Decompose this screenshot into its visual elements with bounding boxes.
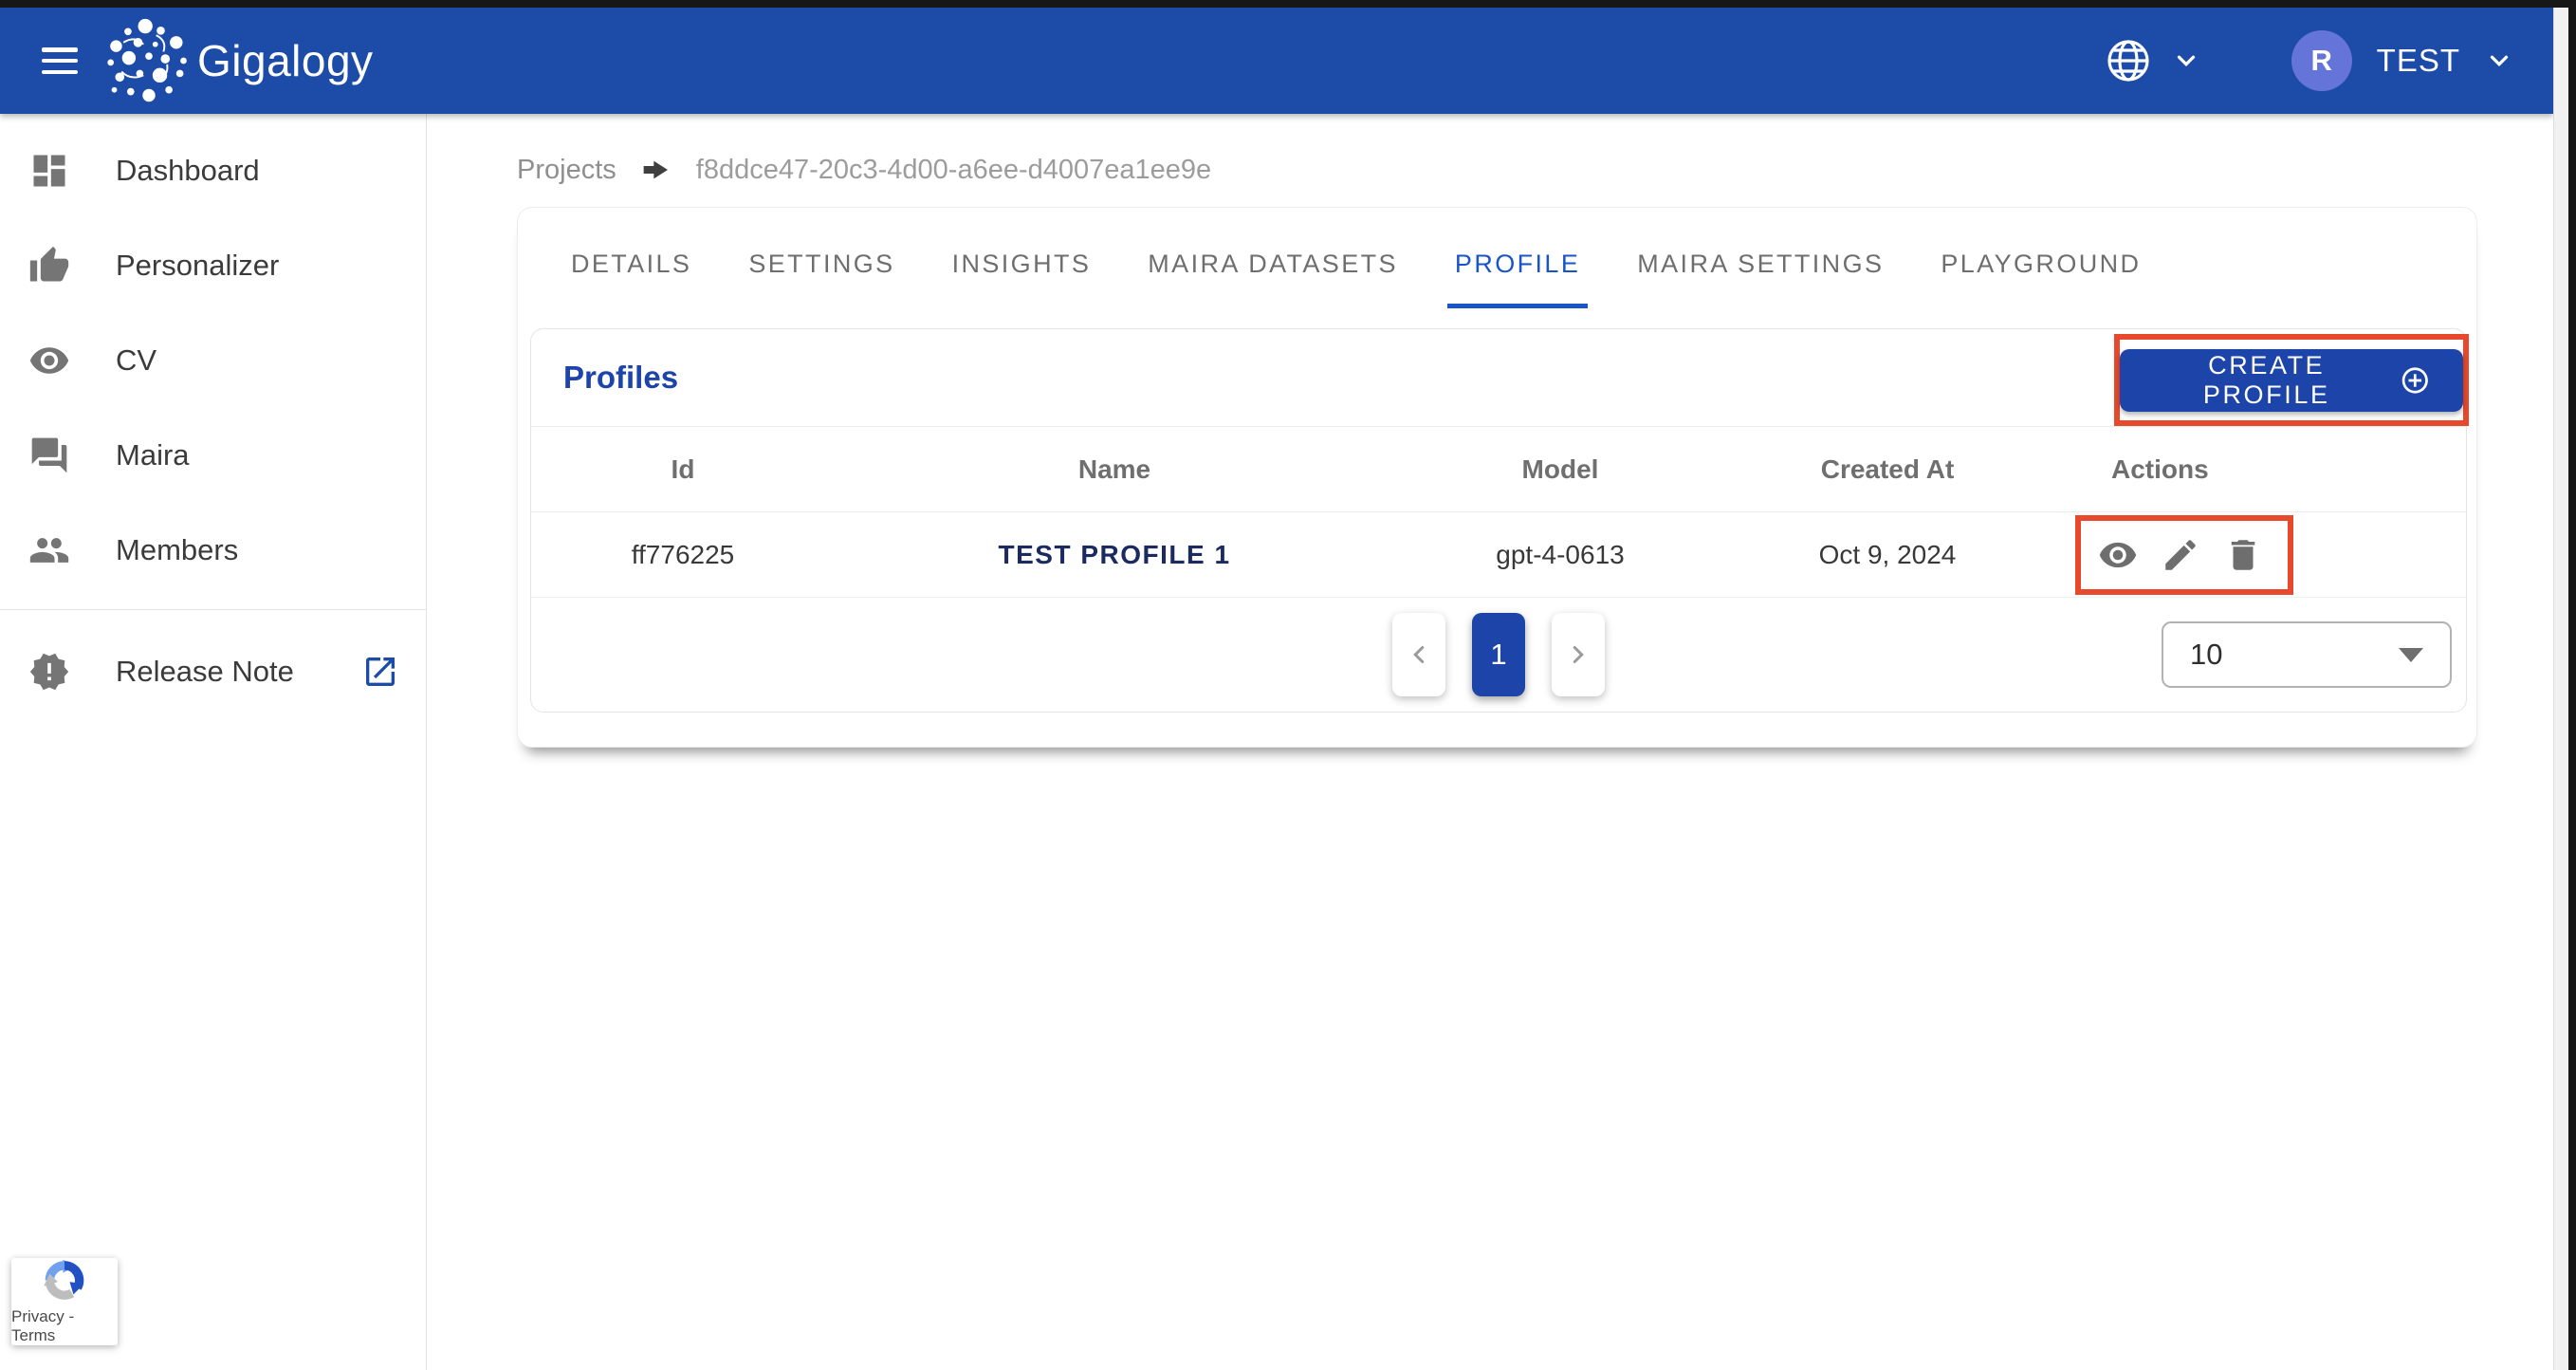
chevron-left-icon — [1413, 646, 1425, 663]
column-header-model: Model — [1521, 454, 1599, 484]
cell-model: gpt-4-0613 — [1496, 539, 1625, 569]
chevron-right-icon — [1573, 646, 1584, 663]
scrollbar-track[interactable] — [2553, 8, 2568, 1370]
user-name: TEST — [2376, 43, 2460, 78]
profiles-panel-header: Profiles CREATE PROFILE — [531, 329, 2469, 427]
project-tabs: DETAILS SETTINGS INSIGHTS MAIRA DATASETS… — [518, 208, 2476, 308]
sidebar-item-members[interactable]: Members — [0, 503, 426, 598]
eye-icon — [29, 347, 69, 374]
tab-maira-datasets[interactable]: MAIRA DATASETS — [1119, 219, 1426, 308]
sidebar-item-label: Members — [116, 533, 239, 566]
sidebar: Dashboard Personalizer CV Maira Members … — [0, 114, 427, 1370]
breadcrumb-project-id: f8ddce47-20c3-4d00-a6ee-d4007ea1ee9e — [695, 154, 1212, 185]
recaptcha-badge[interactable]: Privacy - Terms — [11, 1258, 118, 1345]
profiles-panel: Profiles CREATE PROFILE Id Name Model Cr… — [530, 328, 2469, 713]
annotation-row-actions — [2075, 515, 2293, 595]
panel-title: Profiles — [563, 360, 679, 395]
sidebar-item-label: Release Note — [116, 655, 294, 688]
chevron-down-icon — [2490, 55, 2509, 67]
column-header-id: Id — [671, 454, 695, 484]
sidebar-item-dashboard[interactable]: Dashboard — [0, 123, 426, 218]
open-in-new-icon — [366, 657, 395, 686]
create-profile-label: CREATE PROFILE — [2202, 350, 2330, 409]
tab-insights[interactable]: INSIGHTS — [924, 219, 1120, 308]
sidebar-item-release-note[interactable]: Release Note — [0, 620, 426, 724]
pagination-next-button[interactable] — [1552, 613, 1605, 696]
column-header-actions: Actions — [2111, 454, 2209, 484]
sidebar-item-personalizer[interactable]: Personalizer — [0, 218, 426, 313]
sidebar-divider — [0, 609, 426, 610]
create-profile-button[interactable]: CREATE PROFILE — [2120, 348, 2463, 412]
cell-name-link[interactable]: TEST PROFILE 1 — [998, 540, 1230, 570]
table-footer: 1 10 — [531, 598, 2466, 712]
column-header-created-at: Created At — [1820, 454, 1955, 484]
window-right-edge — [2568, 0, 2576, 1370]
project-card: DETAILS SETTINGS INSIGHTS MAIRA DATASETS… — [517, 207, 2477, 748]
tab-profile[interactable]: PROFILE — [1426, 219, 1609, 308]
gigalogy-logo-icon — [107, 18, 187, 102]
user-menu[interactable]: R TEST — [2291, 30, 2513, 91]
tab-settings[interactable]: SETTINGS — [720, 219, 923, 308]
people-icon — [29, 538, 69, 563]
arrow-right-icon — [643, 160, 668, 179]
tab-playground[interactable]: PLAYGROUND — [1912, 219, 2169, 308]
sidebar-item-label: Dashboard — [116, 154, 260, 187]
top-navbar: Gigalogy R TEST — [0, 8, 2553, 114]
sidebar-item-maira[interactable]: Maira — [0, 408, 426, 503]
sidebar-item-cv[interactable]: CV — [0, 313, 426, 408]
privacy-terms-links[interactable]: Privacy - Terms — [11, 1307, 118, 1345]
tab-details[interactable]: DETAILS — [543, 219, 720, 308]
row-actions — [2049, 512, 2466, 597]
pagination-prev-button[interactable] — [1392, 613, 1445, 696]
dashboard-icon — [33, 155, 65, 187]
new-releases-icon — [29, 653, 69, 691]
sidebar-item-label: CV — [116, 343, 157, 377]
chevron-down-icon — [2177, 55, 2195, 67]
page-size-select[interactable]: 10 — [2162, 621, 2452, 688]
breadcrumb-projects-link[interactable]: Projects — [517, 155, 616, 186]
brand[interactable]: Gigalogy — [102, 15, 374, 106]
table-row: ff776225 TEST PROFILE 1 gpt-4-0613 Oct 9… — [531, 512, 2466, 598]
profiles-table: Id Name Model Created At Actions ff77622… — [531, 427, 2466, 598]
main-content: Projects f8ddce47-20c3-4d00-a6ee-d4007ea… — [428, 114, 2553, 1370]
breadcrumb: Projects f8ddce47-20c3-4d00-a6ee-d4007ea… — [517, 150, 1211, 190]
chat-icon — [31, 437, 67, 473]
menu-icon[interactable] — [42, 47, 78, 74]
caret-down-icon — [2399, 647, 2423, 662]
tab-maira-settings[interactable]: MAIRA SETTINGS — [1609, 219, 1912, 308]
brand-name: Gigalogy — [197, 36, 374, 85]
sidebar-item-label: Maira — [116, 438, 190, 472]
pagination: 1 — [1392, 613, 1605, 696]
recaptcha-icon — [44, 1259, 84, 1300]
add-circle-icon — [2402, 366, 2429, 394]
pagination-page-1-button[interactable]: 1 — [1472, 613, 1525, 696]
column-header-name: Name — [1077, 454, 1151, 484]
thumb-up-icon — [29, 246, 69, 282]
avatar: R — [2291, 30, 2352, 91]
cell-created-at: Oct 9, 2024 — [1818, 539, 1957, 569]
cell-id: ff776225 — [631, 539, 735, 569]
sidebar-item-label: Personalizer — [116, 249, 280, 282]
annotation-create-profile: CREATE PROFILE — [2114, 334, 2469, 426]
page-size-value: 10 — [2190, 638, 2223, 671]
globe-icon — [2107, 40, 2149, 82]
window-top-edge — [0, 0, 2576, 8]
table-header-row: Id Name Model Created At Actions — [531, 427, 2466, 512]
language-selector[interactable] — [2106, 38, 2200, 83]
